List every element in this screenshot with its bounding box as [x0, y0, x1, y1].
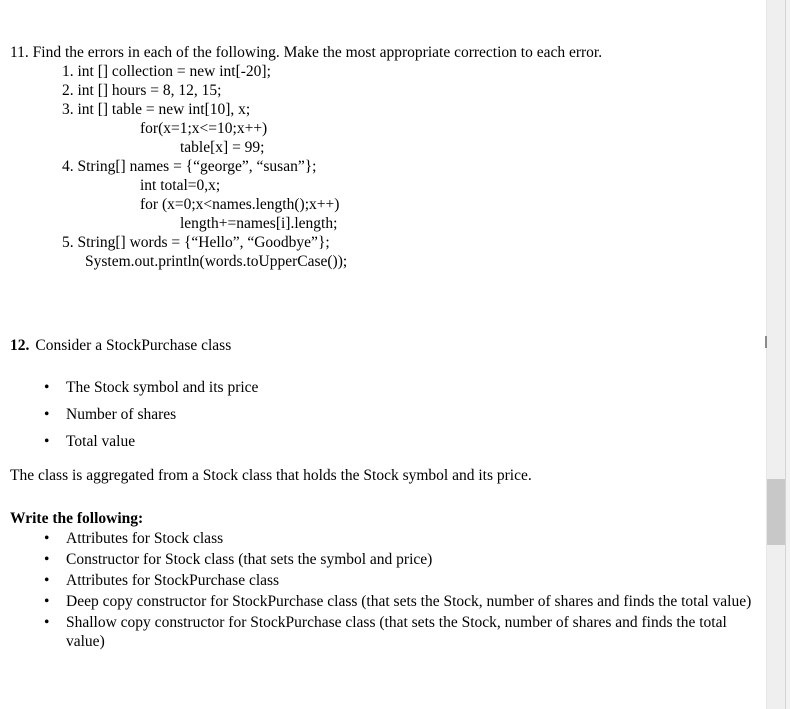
code-line: length+=names[i].length; [180, 215, 338, 232]
code-line: int total=0,x; [140, 177, 221, 194]
scrollbar-outer-margin [786, 0, 790, 709]
list-item: • The Stock symbol and its price [0, 378, 258, 397]
code-line: 3. int [] table = new int[10], x; [62, 101, 251, 118]
list-item: • Constructor for Stock class (that sets… [0, 550, 767, 569]
list-item: • Deep copy constructor for StockPurchas… [0, 592, 767, 611]
bullet-icon: • [44, 614, 50, 631]
question-12-tasks-list: • Attributes for Stock class • Construct… [0, 529, 767, 653]
bullet-icon: • [44, 572, 50, 589]
question-11-code-list: 1. int [] collection = new int[-20]; 2. … [10, 62, 760, 271]
bullet-icon: • [44, 593, 50, 610]
scrollbar-thumb[interactable] [767, 479, 785, 545]
list-item: • Number of shares [0, 405, 258, 424]
list-item: • Attributes for StockPurchase class [0, 571, 767, 590]
aggregation-note: The class is aggregated from a Stock cla… [10, 467, 532, 484]
document-viewer: 11. Find the errors in each of the follo… [0, 0, 790, 709]
list-item-label: Total value [66, 433, 136, 450]
document-page: 11. Find the errors in each of the follo… [0, 0, 767, 709]
write-the-following-heading: Write the following: [10, 510, 144, 527]
question-11-heading: 11. Find the errors in each of the follo… [10, 44, 603, 61]
code-line: 4. String[] names = {“george”, “susan”}; [62, 158, 317, 175]
question-12-heading: 12. Consider a StockPurchase class [10, 336, 231, 355]
bullet-icon: • [44, 433, 50, 450]
list-item-label: Number of shares [66, 406, 177, 423]
list-item: • Total value [0, 432, 258, 451]
list-item-label: Attributes for Stock class [66, 530, 224, 547]
question-11-block: 11. Find the errors in each of the follo… [10, 43, 760, 271]
list-item-label: The Stock symbol and its price [66, 379, 259, 396]
code-line: for (x=0;x<names.length();x++) [140, 196, 340, 213]
bullet-icon: • [44, 551, 50, 568]
scrollbar-track[interactable] [767, 0, 785, 709]
question-12-title: Consider a StockPurchase class [35, 337, 232, 354]
list-item-label: Attributes for StockPurchase class [66, 572, 280, 589]
code-line: 5. String[] words = {“Hello”, “Goodbye”}… [62, 234, 330, 251]
code-line: 2. int [] hours = 8, 12, 15; [62, 82, 222, 99]
list-item-label: Constructor for Stock class (that sets t… [66, 551, 433, 568]
bullet-icon: • [44, 406, 50, 423]
code-line: for(x=1;x<=10;x++) [140, 120, 268, 137]
code-line: 1. int [] collection = new int[-20]; [62, 63, 271, 80]
list-item: • Shallow copy constructor for StockPurc… [0, 613, 767, 651]
question-12-requirements-list: • The Stock symbol and its price • Numbe… [0, 378, 258, 459]
vertical-scrollbar[interactable] [767, 0, 790, 709]
code-line: table[x] = 99; [180, 139, 265, 156]
list-item-label: Deep copy constructor for StockPurchase … [66, 593, 752, 610]
list-item-label: Shallow copy constructor for StockPurcha… [66, 614, 727, 650]
bullet-icon: • [44, 379, 50, 396]
code-line: System.out.println(words.toUpperCase()); [85, 253, 348, 270]
bullet-icon: • [44, 530, 50, 547]
list-item: • Attributes for Stock class [0, 529, 767, 548]
question-12-number: 12. [10, 337, 30, 354]
